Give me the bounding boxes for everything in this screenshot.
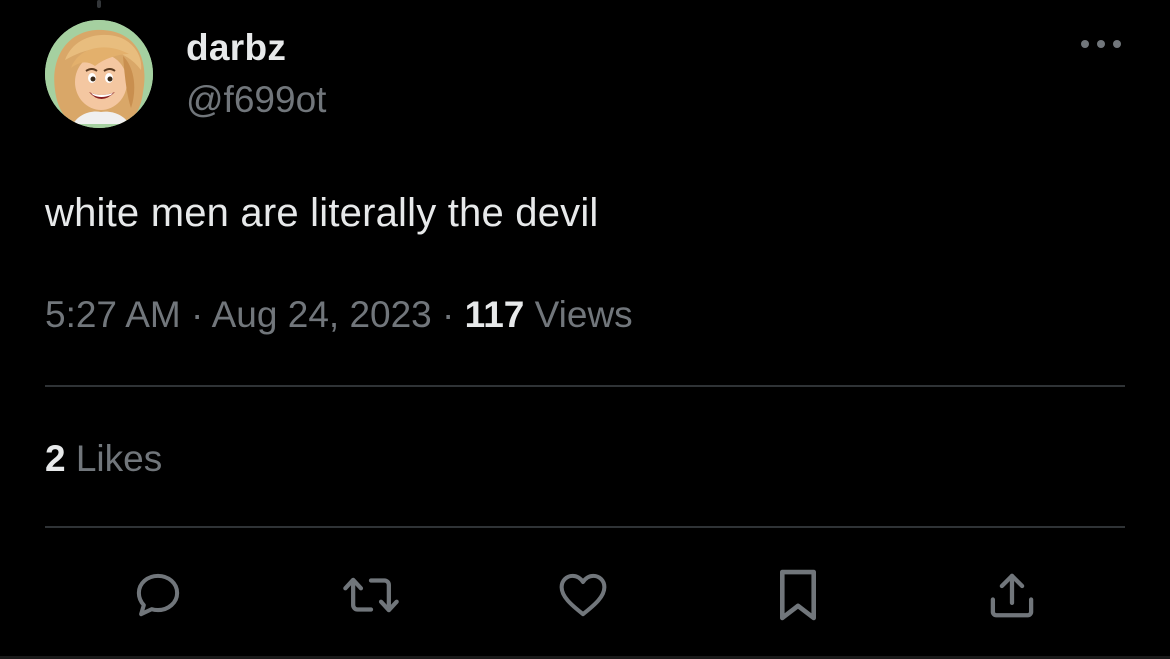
retweet-icon bbox=[343, 577, 399, 613]
likes-link[interactable]: 2 Likes bbox=[45, 436, 162, 482]
thread-connector-line bbox=[97, 0, 101, 8]
divider bbox=[45, 526, 1125, 528]
heart-icon bbox=[559, 573, 607, 617]
tweet-date[interactable]: Aug 24, 2023 bbox=[212, 294, 432, 335]
author-handle[interactable]: @f699ot bbox=[186, 78, 326, 122]
share-button[interactable] bbox=[977, 560, 1047, 630]
meta-separator: · bbox=[191, 294, 204, 335]
views-count: 117 bbox=[464, 294, 525, 335]
author-names: darbz @f699ot bbox=[186, 26, 326, 122]
action-bar bbox=[0, 560, 1170, 630]
more-horizontal-icon bbox=[1081, 40, 1121, 48]
more-options-button[interactable] bbox=[1077, 32, 1125, 56]
bookmark-icon bbox=[779, 569, 817, 621]
divider bbox=[45, 385, 1125, 387]
likes-count: 2 bbox=[45, 438, 66, 479]
tweet-text: white men are literally the devil bbox=[45, 191, 599, 235]
share-icon bbox=[990, 573, 1034, 618]
tweet-meta: 5:27 AM · Aug 24, 2023 · 117 Views bbox=[45, 292, 633, 338]
tweet-time[interactable]: 5:27 AM bbox=[45, 294, 181, 335]
avatar[interactable] bbox=[45, 20, 153, 128]
reply-icon bbox=[136, 573, 180, 617]
meta-separator: · bbox=[442, 294, 455, 335]
author-display-name[interactable]: darbz bbox=[186, 26, 326, 70]
like-button[interactable] bbox=[548, 560, 618, 630]
likes-label: Likes bbox=[75, 438, 163, 479]
retweet-button[interactable] bbox=[336, 560, 406, 630]
reply-button[interactable] bbox=[123, 560, 193, 630]
views-label: Views bbox=[534, 294, 633, 335]
bookmark-button[interactable] bbox=[763, 560, 833, 630]
cartoon-avatar-icon bbox=[45, 20, 153, 128]
tweet-header: darbz @f699ot bbox=[45, 20, 1125, 130]
